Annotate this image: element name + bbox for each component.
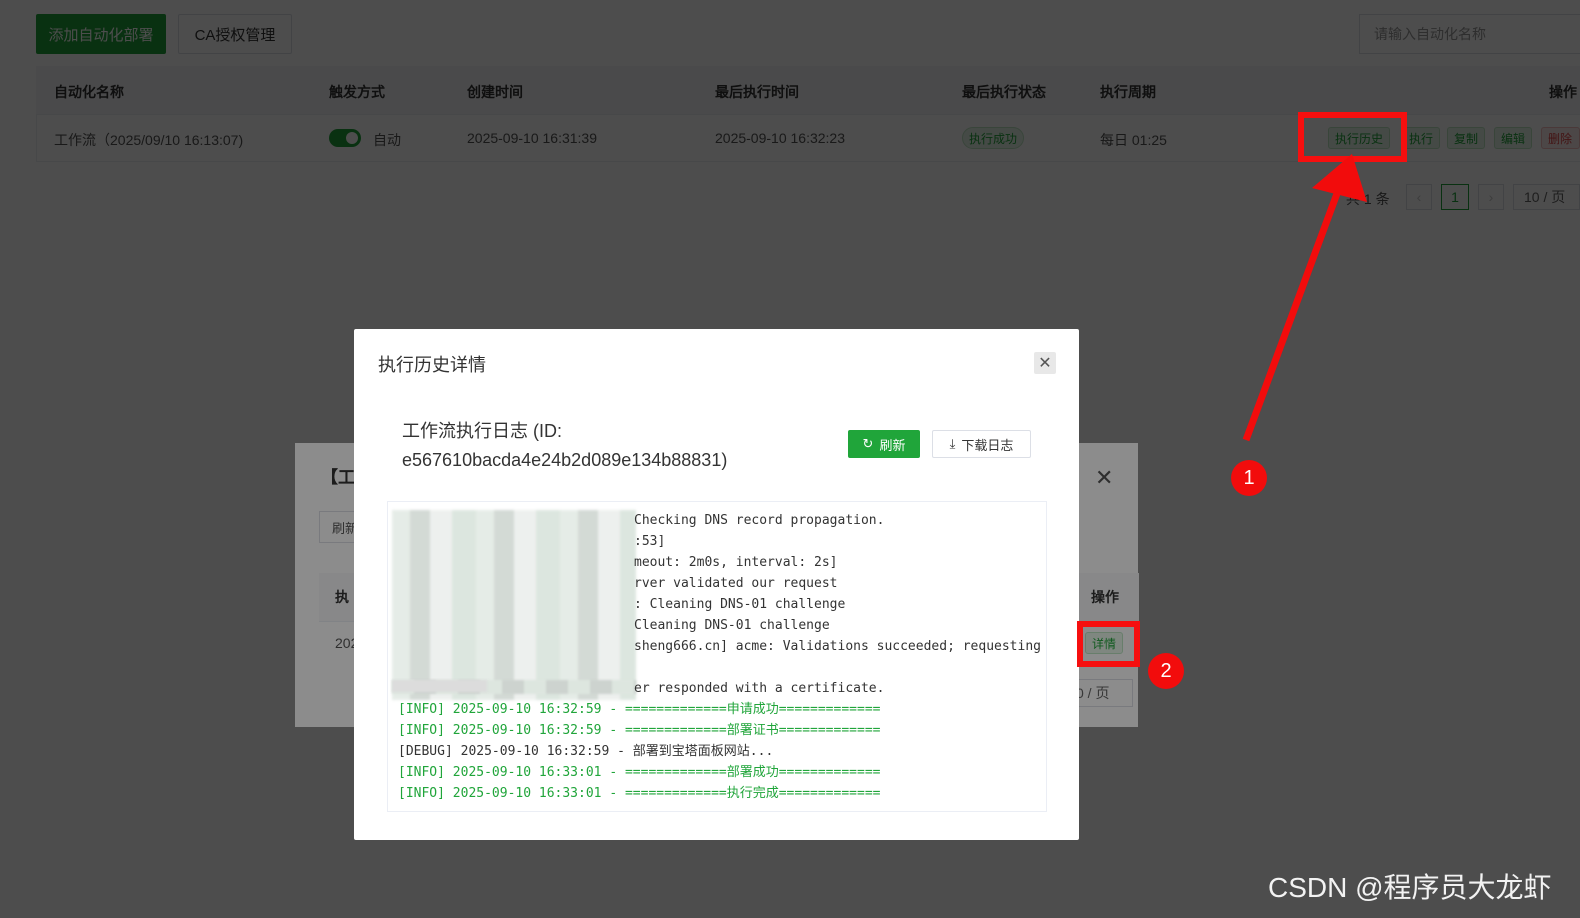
log-line: [INFO] 2025-09-10 16:33:01 - ===========… bbox=[398, 786, 881, 801]
log-line: rver validated our request bbox=[634, 576, 838, 591]
refresh-icon: ↻ bbox=[862, 436, 874, 451]
log-line: Cleaning DNS-01 challenge bbox=[634, 618, 830, 633]
annotation-badge-1: 1 bbox=[1231, 460, 1267, 496]
log-title: 工作流执行日志 (ID: e567610bacda4e24b2d089e134b… bbox=[402, 417, 727, 475]
log-line: [INFO] 2025-09-10 16:33:01 - ===========… bbox=[398, 765, 881, 780]
redacted-area-3 bbox=[392, 680, 487, 692]
detail-dialog-title: 执行历史详情 bbox=[378, 355, 486, 375]
highlight-box-detail bbox=[1077, 621, 1140, 667]
download-log-label: 下载日志 bbox=[961, 437, 1014, 453]
log-line: : Cleaning DNS-01 challenge bbox=[634, 597, 846, 612]
log-title-line2: e567610bacda4e24b2d089e134b88831) bbox=[402, 450, 728, 470]
annotation-badge-2: 2 bbox=[1148, 653, 1184, 689]
log-line: er responded with a certificate. bbox=[634, 681, 885, 696]
log-line: :53] bbox=[634, 534, 666, 549]
download-log-button[interactable]: ⤓ 下载日志 bbox=[932, 430, 1031, 458]
log-output[interactable]: Checking DNS record propagation. :53] meou… bbox=[387, 501, 1047, 812]
log-line: [INFO] 2025-09-10 16:32:59 - ===========… bbox=[398, 723, 881, 738]
log-line: Checking DNS record propagation. bbox=[634, 513, 885, 528]
close-icon[interactable]: ✕ bbox=[1034, 352, 1056, 374]
log-line: meout: 2m0s, interval: 2s] bbox=[634, 555, 838, 570]
redacted-area bbox=[392, 510, 636, 700]
log-line: [INFO] 2025-09-10 16:32:59 - ===========… bbox=[398, 702, 881, 717]
download-icon: ⤓ bbox=[949, 436, 956, 451]
watermark: CSDN @程序员大龙虾 bbox=[1268, 872, 1552, 903]
log-title-line1: 工作流执行日志 (ID: bbox=[402, 421, 562, 441]
log-line: sheng666.cn] acme: Validations succeeded… bbox=[634, 639, 1041, 654]
log-refresh-label: 刷新 bbox=[879, 437, 906, 453]
log-refresh-button[interactable]: ↻ 刷新 bbox=[848, 430, 920, 458]
log-line: [DEBUG] 2025-09-10 16:32:59 - 部署到宝塔面板网站.… bbox=[398, 744, 774, 759]
arrow-annotation bbox=[1242, 154, 1367, 442]
